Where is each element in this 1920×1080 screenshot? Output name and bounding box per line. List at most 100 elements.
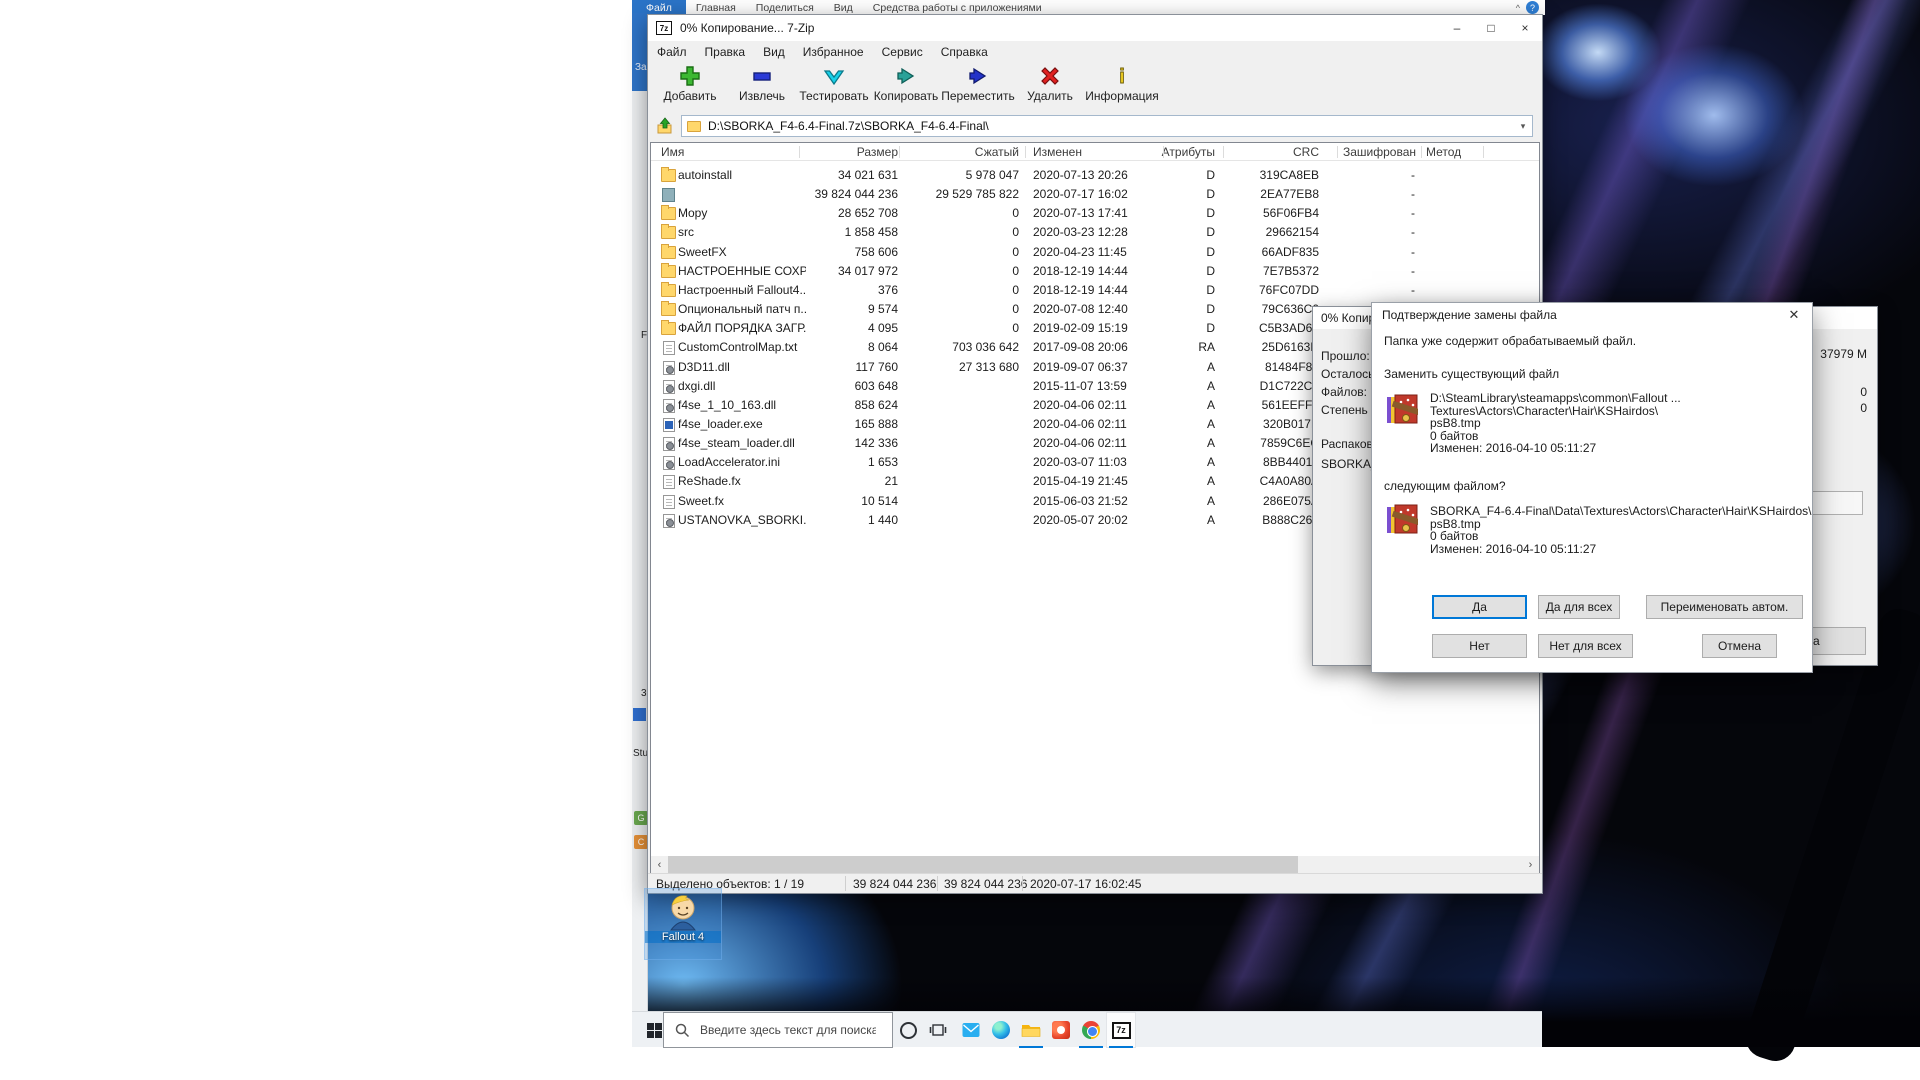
desktop-icon-fallout4[interactable]: Fallout 4 — [644, 888, 722, 960]
close-icon[interactable]: ✕ — [1780, 305, 1808, 325]
chrome-icon — [1082, 1021, 1100, 1039]
cell-packed: 0 — [903, 245, 1019, 259]
edge-icon — [992, 1021, 1010, 1039]
yes-to-all-button[interactable]: Да для всех — [1538, 595, 1620, 619]
cell-name: Mopy — [678, 206, 806, 220]
table-row[interactable]: SweetFX758 60602020-04-23 11:45D66ADF835… — [651, 243, 1539, 262]
path-line: D:\SteamLibrary\steamapps\common\Fallout… — [1430, 392, 1681, 405]
no-button[interactable]: Нет — [1432, 634, 1527, 658]
cell-attr: D — [1151, 245, 1215, 259]
menu-edit[interactable]: Правка — [696, 45, 755, 59]
files-label: Файлов: — [1321, 385, 1367, 399]
scroll-right-icon[interactable]: › — [1522, 856, 1539, 873]
column-modified[interactable]: Изменен — [1033, 145, 1082, 159]
table-row[interactable]: Настроенный Fallout4...37602018-12-19 14… — [651, 281, 1539, 300]
scrollbar-thumb[interactable] — [668, 856, 1298, 873]
desktop-icon-fragment: G — [634, 811, 648, 825]
info-icon: i — [1110, 64, 1134, 88]
archive-file-icon — [1386, 503, 1418, 535]
edge-button[interactable] — [986, 1012, 1016, 1048]
move-button[interactable]: Переместить — [942, 62, 1014, 103]
close-button[interactable]: × — [1508, 15, 1542, 41]
chrome-button[interactable] — [1076, 1012, 1106, 1048]
table-row[interactable]: 39 824 044 23629 529 785 8222020-07-17 1… — [651, 185, 1539, 204]
cell-name: НАСТРОЕННЫЕ СОХР... — [678, 264, 806, 278]
menu-file[interactable]: Файл — [648, 45, 696, 59]
column-encrypted[interactable]: Зашифрован — [1343, 145, 1416, 159]
table-row[interactable]: autoinstall34 021 6315 978 0472020-07-13… — [651, 166, 1539, 185]
cell-attr: A — [1151, 494, 1215, 508]
gear-icon — [663, 437, 675, 451]
explorer-window-edge — [632, 15, 648, 1011]
column-size[interactable]: Размер — [803, 145, 898, 159]
info-button[interactable]: i Информация — [1086, 62, 1158, 103]
help-icon[interactable]: ? — [1526, 1, 1539, 14]
tab-view[interactable]: Вид — [824, 1, 863, 15]
cell-mod: 2018-12-19 14:44 — [1033, 264, 1165, 278]
yes-button[interactable]: Да — [1432, 595, 1527, 619]
menu-view[interactable]: Вид — [754, 45, 794, 59]
table-row[interactable]: Mopy28 652 70802020-07-13 17:41D56F06FB4… — [651, 204, 1539, 223]
maximize-button[interactable]: □ — [1474, 15, 1508, 41]
cancel-button[interactable]: Отмена — [1702, 634, 1777, 658]
address-combo[interactable]: D:\SBORKA_F4-6.4-Final.7z\SBORKA_F4-6.4-… — [681, 115, 1533, 137]
background-text-fragment: F — [641, 330, 647, 341]
column-crc[interactable]: CRC — [1229, 145, 1319, 159]
svg-text:i: i — [1119, 66, 1125, 88]
cell-crc: 76FC07DD — [1229, 283, 1319, 297]
sevenzip-taskbar-button[interactable]: 7z — [1106, 1012, 1136, 1048]
up-folder-button[interactable] — [653, 115, 677, 137]
horizontal-scrollbar[interactable]: ‹ › — [651, 856, 1539, 873]
scroll-left-icon[interactable]: ‹ — [651, 856, 668, 873]
tab-share[interactable]: Поделиться — [746, 1, 824, 15]
office-button[interactable] — [1046, 1012, 1076, 1048]
no-to-all-button[interactable]: Нет для всех — [1538, 634, 1633, 658]
menu-tools[interactable]: Сервис — [873, 45, 932, 59]
cell-size: 28 652 708 — [803, 206, 898, 220]
tab-app-tools[interactable]: Средства работы с приложениями — [863, 1, 1052, 15]
menu-help[interactable]: Справка — [932, 45, 997, 59]
table-row[interactable]: НАСТРОЕННЫЕ СОХР...34 017 97202018-12-19… — [651, 262, 1539, 281]
dialog-message: Папка уже содержит обрабатываемый файл. — [1384, 334, 1636, 348]
taskbar-search[interactable] — [663, 1012, 893, 1048]
cell-attr: D — [1151, 302, 1215, 316]
collapse-ribbon-icon[interactable]: ^ — [1516, 3, 1520, 13]
column-name[interactable]: Имя — [661, 145, 684, 159]
cortana-button[interactable] — [893, 1012, 923, 1048]
test-button[interactable]: Тестировать — [798, 62, 870, 103]
extract-button[interactable]: Извлечь — [726, 62, 798, 103]
task-view-button[interactable] — [923, 1012, 953, 1048]
office-icon — [1052, 1021, 1070, 1039]
cell-mod: 2017-09-08 20:06 — [1033, 340, 1165, 354]
table-row[interactable]: src1 858 45802020-03-23 12:28D29662154- — [651, 223, 1539, 242]
mail-button[interactable] — [956, 1012, 986, 1048]
search-icon — [675, 1023, 690, 1038]
copy-button[interactable]: Копировать — [870, 62, 942, 103]
running-indicator — [1019, 1046, 1043, 1048]
cell-mod: 2020-03-07 11:03 — [1033, 455, 1165, 469]
column-packed[interactable]: Сжатый — [903, 145, 1019, 159]
cell-attr: D — [1151, 187, 1215, 201]
cell-packed: 0 — [903, 206, 1019, 220]
titlebar[interactable]: 7z 0% Копирование... 7-Zip – □ × — [648, 15, 1542, 41]
cell-attr: D — [1151, 168, 1215, 182]
cell-mod: 2020-04-06 02:11 — [1033, 417, 1165, 431]
new-file-info: SBORKA_F4-6.4-Final\Data\Textures\Actors… — [1430, 505, 1811, 555]
cell-size: 4 095 — [803, 321, 898, 335]
list-header[interactable]: Имя Размер Сжатый Изменен Атрибуты CRC З… — [651, 143, 1539, 161]
chevron-down-icon[interactable]: ▾ — [1514, 116, 1532, 136]
add-button[interactable]: Добавить — [654, 62, 726, 103]
sevenzip-app-icon: 7z — [656, 21, 672, 35]
auto-rename-button[interactable]: Переименовать автом. — [1646, 595, 1803, 619]
file-explorer-button[interactable] — [1016, 1012, 1046, 1048]
column-method[interactable]: Метод — [1426, 145, 1461, 159]
tab-home[interactable]: Главная — [686, 1, 746, 15]
minimize-button[interactable]: – — [1440, 15, 1474, 41]
column-attributes[interactable]: Атрибуты — [1151, 145, 1215, 159]
cell-mod: 2015-11-07 13:59 — [1033, 379, 1165, 393]
folder-icon — [661, 246, 676, 259]
search-input[interactable] — [698, 1022, 878, 1038]
menu-favorites[interactable]: Избранное — [794, 45, 873, 59]
vault-boy-icon — [663, 891, 703, 931]
delete-button[interactable]: Удалить — [1014, 62, 1086, 103]
